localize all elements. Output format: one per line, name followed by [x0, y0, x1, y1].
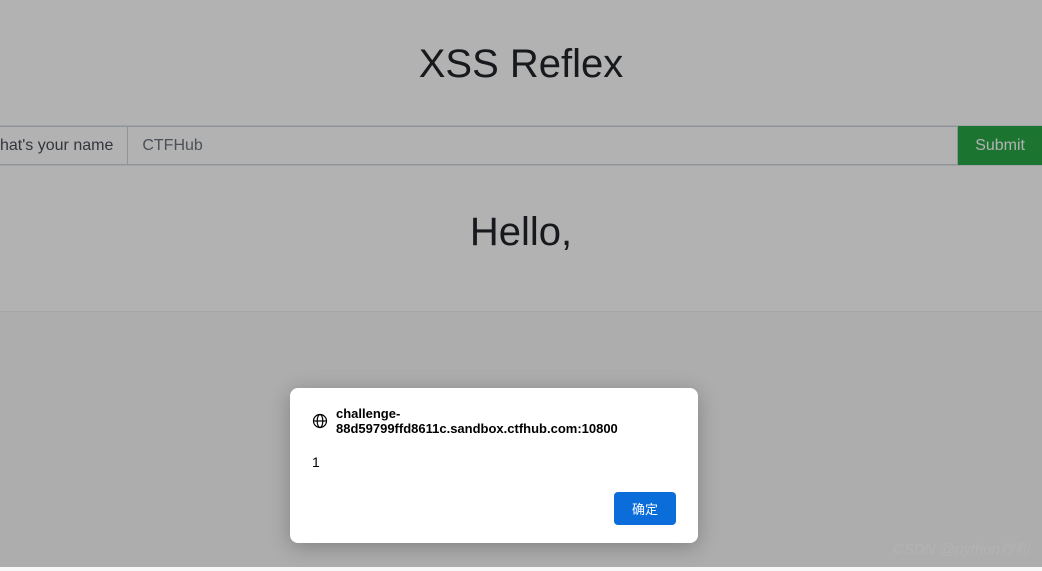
dialog-header: challenge-88d59799ffd8611c.sandbox.ctfhu… [312, 406, 676, 436]
dialog-ok-button[interactable]: 确定 [614, 492, 676, 525]
dialog-footer: 确定 [312, 492, 676, 525]
dialog-domain: challenge-88d59799ffd8611c.sandbox.ctfhu… [336, 406, 676, 436]
globe-icon [312, 413, 328, 429]
alert-dialog: challenge-88d59799ffd8611c.sandbox.ctfhu… [290, 388, 698, 543]
dialog-message: 1 [312, 454, 676, 470]
watermark: CSDN @python炒粉 [893, 538, 1030, 559]
